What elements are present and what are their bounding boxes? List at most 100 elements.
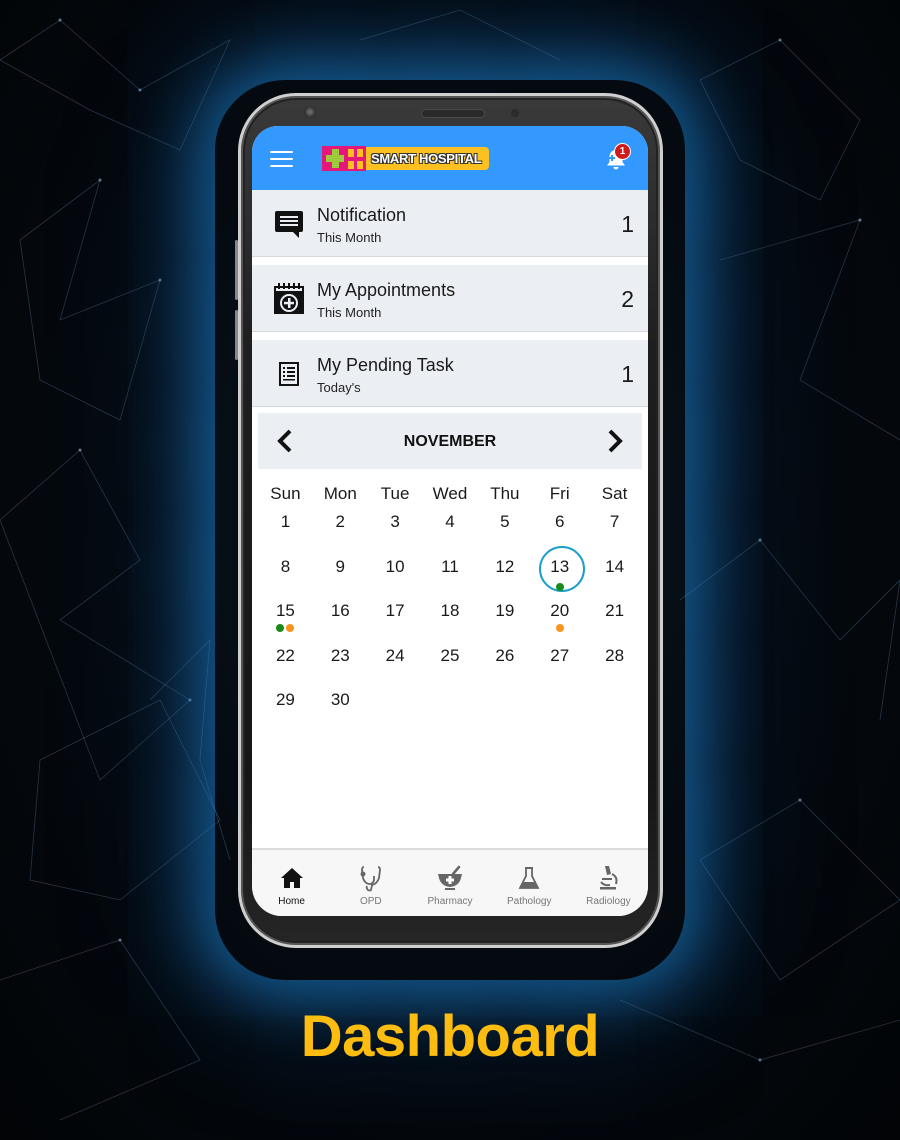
calendar-day[interactable]: 16 [313,600,368,645]
event-markers [532,582,587,591]
tab-home[interactable]: Home [252,850,331,916]
pending-task-card[interactable]: My Pending Task Today's 1 [252,340,648,407]
day-number: 16 [330,601,350,620]
front-camera [304,106,316,118]
calendar-day[interactable]: 7 [587,511,642,556]
day-number: 22 [275,645,295,665]
calendar-day[interactable]: 26 [477,645,532,690]
tab-label: Radiology [586,896,631,907]
flask-icon [518,867,540,889]
calendar-day[interactable]: 8 [258,556,313,601]
summary-cards: Notification This Month 1 My Appointment… [252,190,648,407]
calendar-day[interactable]: 20 [532,600,587,645]
calendar-day-today[interactable]: 13 [532,545,587,601]
day-number: 4 [445,512,455,531]
day-number: 10 [385,556,405,576]
task-list-icon [272,357,306,391]
card-title: Notification [317,205,407,225]
earpiece-speaker [421,109,485,118]
notification-card[interactable]: Notification This Month 1 [252,190,648,257]
card-count: 2 [621,286,634,312]
next-month-chevron-icon[interactable] [602,428,626,454]
weekday-header: Tue [380,484,410,503]
calendar-day[interactable]: 4 [423,511,478,556]
day-number: 2 [335,512,345,531]
calendar-plus-icon [272,282,306,316]
calendar-day[interactable]: 23 [313,645,368,690]
calendar-day[interactable]: 1 [258,511,313,556]
tab-label: Home [278,896,305,907]
card-subtitle: Today's [317,380,361,395]
day-number: 7 [609,512,620,531]
appointments-card[interactable]: My Appointments This Month 2 [252,265,648,332]
tab-label: Pharmacy [427,896,473,907]
weekday-header: Mon [323,484,357,503]
calendar-day[interactable]: 21 [587,600,642,645]
calendar-day[interactable]: 3 [368,511,423,556]
calendar-grid: Sun Mon Tue Wed Thu Fri Sat 1 2 3 4 5 6 7 8 9 10 11 12 13 14… [258,477,642,734]
weekday-header: Fri [549,484,570,503]
card-title: My Appointments [317,280,456,300]
tab-pharmacy[interactable]: Pharmacy [410,850,489,916]
calendar-day[interactable]: 29 [258,689,313,734]
notification-bell-icon[interactable]: 1 [604,143,631,172]
calendar-day[interactable]: 24 [368,645,423,690]
event-markers [532,624,587,632]
weekday-header: Sun [270,484,301,503]
calendar-day[interactable]: 15 [258,600,313,645]
tab-pathology[interactable]: Pathology [490,850,569,916]
app-logo: SMART HOSPITAL [322,146,490,171]
calendar-header: NOVEMBER [258,413,642,469]
tab-label: Pathology [506,896,552,907]
day-number: 28 [605,645,625,665]
bottom-navigation: Home OPD Pharmacy Pathology Radiology [252,848,648,916]
calendar-day[interactable]: 11 [423,556,478,601]
card-subtitle: This Month [317,230,382,245]
day-number: 15 [275,601,295,620]
weekday-header: Wed [432,484,468,503]
app-bar: SMART HOSPITAL 1 [252,126,648,190]
calendar-day[interactable]: 25 [423,645,478,690]
day-number: 20 [550,601,570,620]
tab-radiology[interactable]: Radiology [569,850,648,916]
day-number: 11 [441,556,459,576]
calendar-month-title: NOVEMBER [403,433,497,450]
stethoscope-icon [360,866,381,892]
page-caption: Dashboard [300,1004,600,1069]
calendar-day[interactable]: 14 [587,556,642,601]
event-markers [258,624,313,632]
tab-label: OPD [359,896,382,907]
event-dot-orange [555,624,564,632]
side-button [235,310,238,360]
event-dot-green [555,582,564,591]
notification-badge: 1 [614,143,631,160]
day-number: 25 [440,645,460,665]
phone-screen: SMART HOSPITAL 1 Notification This Month… [252,126,648,916]
calendar-day[interactable]: 17 [368,600,423,645]
day-number: 8 [280,556,291,576]
weekday-header: Thu [490,484,520,503]
day-number: 14 [605,556,625,576]
calendar-day[interactable]: 22 [258,645,313,690]
calendar-day[interactable]: 5 [477,511,532,556]
calendar-day[interactable]: 12 [477,556,532,601]
day-number: 12 [495,556,515,576]
calendar-day[interactable]: 2 [313,511,368,556]
calendar-day[interactable]: 19 [477,600,532,645]
calendar-day[interactable]: 28 [587,645,642,690]
day-number: 18 [440,601,460,620]
calendar-day[interactable]: 9 [313,556,368,601]
calendar-day[interactable]: 10 [368,556,423,601]
calendar-day[interactable]: 18 [423,600,478,645]
chat-message-icon [272,207,306,241]
event-dot-orange [286,624,295,632]
hamburger-menu-icon[interactable] [270,151,293,167]
card-count: 1 [621,211,634,237]
calendar-day[interactable]: 27 [532,645,587,690]
calendar-day[interactable]: 30 [313,689,368,734]
card-title: My Pending Task [317,355,454,375]
proximity-sensor [511,109,519,117]
tab-opd[interactable]: OPD [331,850,410,916]
day-number: 30 [330,690,350,709]
day-number: 5 [500,512,510,531]
